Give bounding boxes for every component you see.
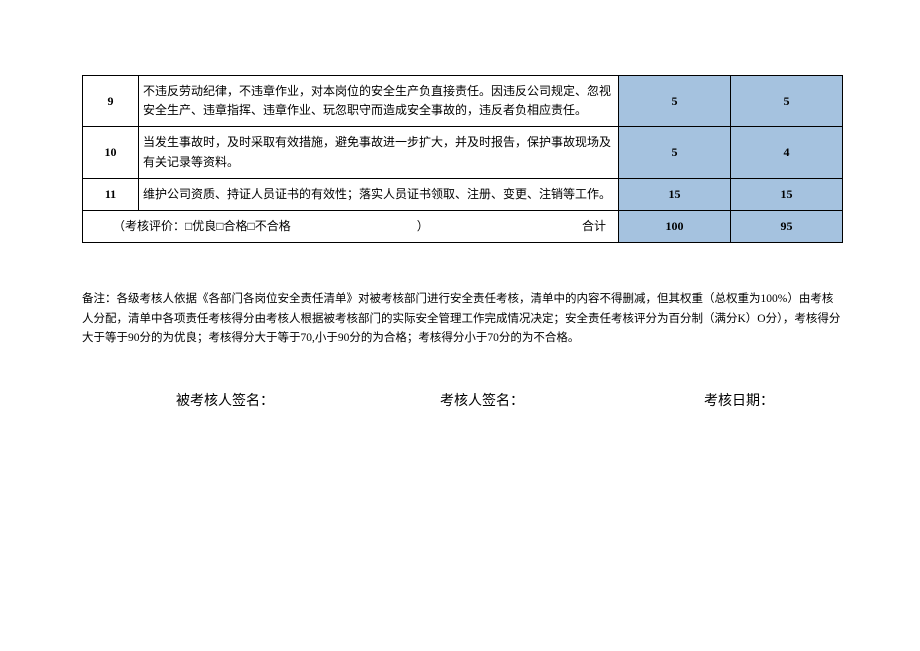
row-weight: 5 — [619, 76, 731, 127]
row-index: 10 — [83, 127, 139, 178]
row-score: 15 — [731, 178, 843, 210]
row-weight: 5 — [619, 127, 731, 178]
footnote: 备注：各级考核人依据《各部门各岗位安全责任清单》对被考核部门进行安全责任考核，清… — [82, 290, 842, 349]
assessed-sign-label: 被考核人签名： — [176, 390, 274, 410]
row-desc: 不违反劳动纪律，不违章作业，对本岗位的安全生产负直接责任。因违反公司规定、忽视安… — [139, 76, 619, 127]
total-score: 95 — [731, 210, 843, 242]
row-index: 9 — [83, 76, 139, 127]
eval-label: （考核评价：□优良□合格□不合格 — [87, 219, 291, 233]
eval-close: ） — [417, 219, 429, 233]
total-weight: 100 — [619, 210, 731, 242]
table-row: 9 不违反劳动纪律，不违章作业，对本岗位的安全生产负直接责任。因违反公司规定、忽… — [83, 76, 843, 127]
row-weight: 15 — [619, 178, 731, 210]
row-score: 4 — [731, 127, 843, 178]
total-label: 合计 — [582, 217, 614, 236]
summary-label-cell: （考核评价：□优良□合格□不合格 ） 合计 — [83, 210, 619, 242]
assessment-table: 9 不违反劳动纪律，不违章作业，对本岗位的安全生产负直接责任。因违反公司规定、忽… — [82, 75, 843, 243]
row-desc: 当发生事故时，及时采取有效措施，避免事故进一步扩大，并及时报告，保护事故现场及有… — [139, 127, 619, 178]
assessment-table-wrap: 9 不违反劳动纪律，不违章作业，对本岗位的安全生产负直接责任。因违反公司规定、忽… — [82, 75, 842, 243]
assess-date-label: 考核日期： — [704, 390, 774, 410]
table-row: 10 当发生事故时，及时采取有效措施，避免事故进一步扩大，并及时报告，保护事故现… — [83, 127, 843, 178]
table-row: 11 维护公司资质、持证人员证书的有效性；落实人员证书领取、注册、变更、注销等工… — [83, 178, 843, 210]
row-score: 5 — [731, 76, 843, 127]
row-desc: 维护公司资质、持证人员证书的有效性；落实人员证书领取、注册、变更、注销等工作。 — [139, 178, 619, 210]
assessor-sign-label: 考核人签名： — [440, 390, 524, 410]
row-index: 11 — [83, 178, 139, 210]
summary-row: （考核评价：□优良□合格□不合格 ） 合计 100 95 — [83, 210, 843, 242]
